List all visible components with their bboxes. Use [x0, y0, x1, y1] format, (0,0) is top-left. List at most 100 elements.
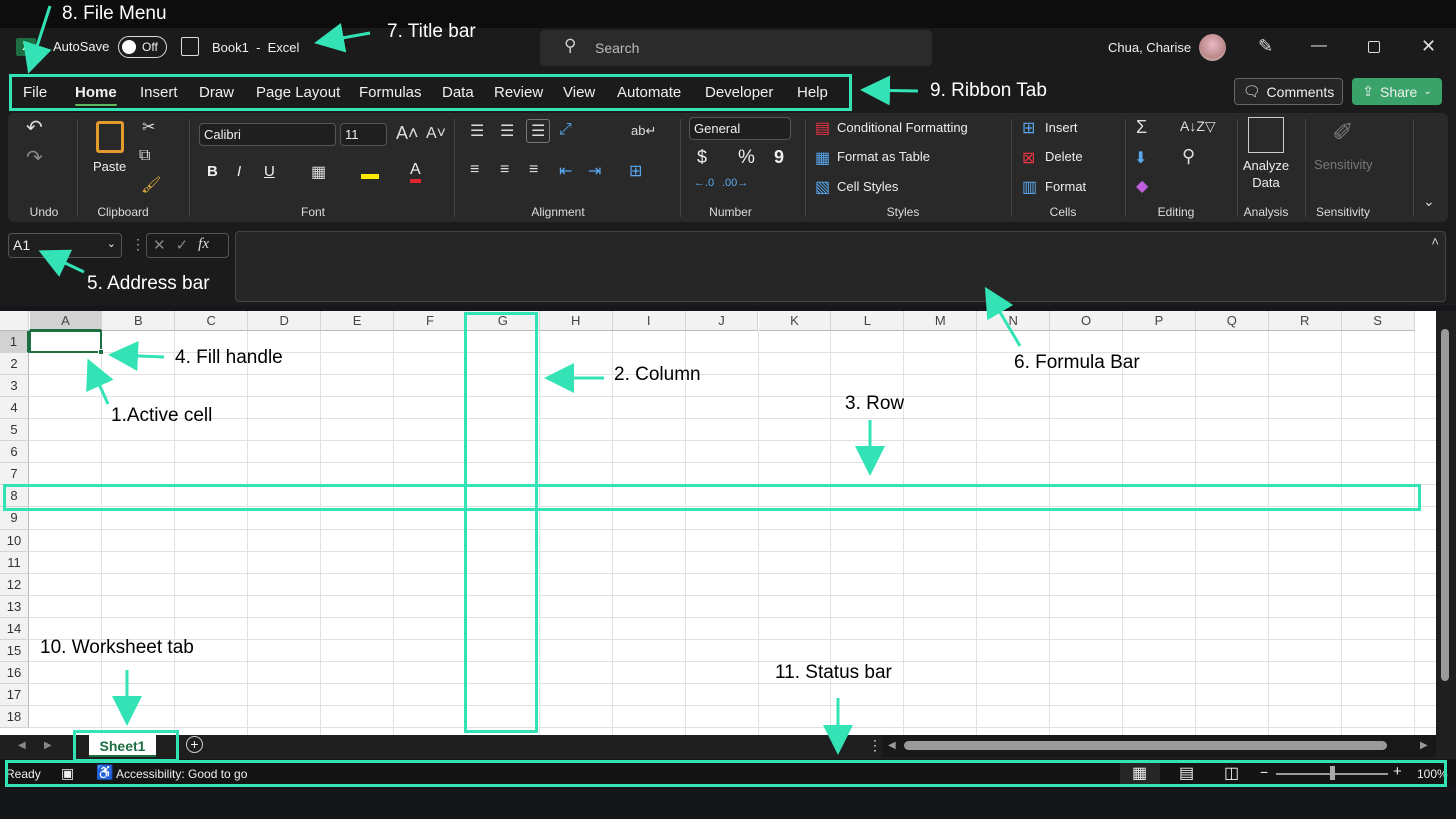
comma-button[interactable]: 9	[774, 147, 784, 168]
tab-review[interactable]: Review	[494, 84, 543, 101]
align-center-icon[interactable]: ≡	[500, 161, 509, 179]
add-sheet-icon[interactable]: +	[186, 736, 203, 753]
paste-icon[interactable]	[96, 121, 124, 153]
formula-input[interactable]: ˄	[235, 231, 1446, 302]
align-right-icon[interactable]: ≡	[529, 161, 538, 179]
column-header[interactable]: A	[29, 311, 103, 331]
avatar[interactable]	[1199, 34, 1226, 61]
conditional-formatting-button[interactable]: Conditional Formatting	[837, 120, 968, 135]
accessibility-icon[interactable]: ♿	[96, 764, 113, 781]
row-header[interactable]: 5	[0, 419, 29, 442]
vertical-scrollbar[interactable]	[1436, 311, 1456, 735]
tab-data[interactable]: Data	[442, 84, 474, 101]
tab-help[interactable]: Help	[797, 84, 828, 101]
autosum-icon[interactable]: Σ	[1136, 117, 1147, 138]
enter-icon[interactable]: ✓	[176, 236, 189, 255]
scroll-left-icon[interactable]: ◀	[888, 740, 896, 751]
row-header[interactable]: 12	[0, 573, 29, 596]
align-middle-icon[interactable]: ☰	[500, 121, 514, 141]
insert-function-button[interactable]: fx	[198, 236, 209, 255]
prev-sheet-icon[interactable]: ◀	[18, 740, 26, 751]
column-header[interactable]: H	[539, 311, 613, 331]
column-header[interactable]: R	[1268, 311, 1342, 331]
active-cell[interactable]	[28, 330, 103, 354]
fill-icon[interactable]: ⬇	[1134, 148, 1147, 168]
undo-icon[interactable]: ↶	[26, 115, 43, 140]
minimize-icon[interactable]: —	[1311, 37, 1327, 55]
column-header[interactable]: B	[102, 311, 176, 331]
row-header[interactable]: 11	[0, 551, 29, 574]
font-size-select[interactable]: 11	[340, 123, 387, 146]
underline-button[interactable]: U	[264, 163, 275, 180]
decrease-font-icon[interactable]: A˅	[426, 125, 446, 143]
page-break-view-icon[interactable]: ◫	[1224, 763, 1239, 783]
decrease-decimal-icon[interactable]: .00→	[722, 177, 748, 189]
format-as-table-button[interactable]: Format as Table	[837, 149, 930, 164]
row-header[interactable]: 7	[0, 463, 29, 486]
row-header[interactable]: 6	[0, 441, 29, 464]
zoom-in-icon[interactable]: +	[1393, 763, 1402, 780]
find-select-icon[interactable]: ⚲	[1182, 146, 1195, 167]
vertical-scroll-thumb[interactable]	[1441, 329, 1449, 681]
increase-font-icon[interactable]: A˄	[396, 123, 419, 144]
tab-view[interactable]: View	[563, 84, 595, 101]
column-header[interactable]: F	[394, 311, 467, 331]
borders-icon[interactable]: ▦	[311, 162, 326, 182]
orientation-icon[interactable]: ⤢	[559, 121, 572, 139]
worksheet-grid[interactable]: A B C D E F G H I J K L M N O P Q R S 1 2 3 4 5 6 7 8 9 10 11 12 13 14 15…	[0, 311, 1436, 735]
row-header[interactable]: 8	[0, 485, 29, 508]
row-header[interactable]: 2	[0, 353, 29, 376]
cell-styles-button[interactable]: Cell Styles	[837, 179, 898, 194]
cancel-icon[interactable]: ✕	[153, 236, 166, 255]
paste-button[interactable]: Paste	[93, 159, 126, 174]
normal-view-button[interactable]: ▦	[1120, 760, 1160, 786]
column-header[interactable]: J	[685, 311, 759, 331]
italic-button[interactable]: I	[237, 163, 241, 180]
fill-handle[interactable]	[98, 349, 105, 356]
close-icon[interactable]: ✕	[1421, 36, 1436, 57]
tab-formulas[interactable]: Formulas	[359, 84, 422, 101]
tab-page-layout[interactable]: Page Layout	[256, 84, 340, 101]
collapse-formula-icon[interactable]: ˄	[1431, 234, 1439, 249]
row-header[interactable]: 14	[0, 617, 29, 640]
column-header[interactable]: D	[248, 311, 322, 331]
share-button[interactable]: ⇪ Share ⌄	[1352, 78, 1442, 105]
select-all-button[interactable]	[0, 311, 29, 331]
font-color-button[interactable]: A	[410, 161, 421, 183]
merge-center-icon[interactable]: ⊞	[629, 161, 642, 181]
column-header[interactable]: S	[1341, 311, 1415, 331]
more-options-icon[interactable]: ⋮	[131, 236, 145, 253]
column-header[interactable]: E	[321, 311, 394, 331]
column-header[interactable]: L	[831, 311, 905, 331]
row-header[interactable]: 17	[0, 683, 29, 706]
comments-button[interactable]: 🗨 Comments	[1234, 78, 1343, 105]
font-name-select[interactable]: Calibri	[199, 123, 336, 146]
column-header[interactable]: M	[904, 311, 978, 331]
tab-split-handle[interactable]: ⋮	[868, 737, 882, 754]
wrap-text-icon[interactable]: ab↵	[631, 123, 656, 139]
delete-button[interactable]: Delete	[1045, 149, 1083, 164]
column-header[interactable]: Q	[1195, 311, 1269, 331]
column-header[interactable]: G	[466, 311, 540, 331]
page-layout-view-icon[interactable]: ▤	[1179, 763, 1194, 783]
row-header[interactable]: 9	[0, 507, 29, 530]
clear-icon[interactable]: ◆	[1136, 176, 1148, 196]
zoom-level[interactable]: 100%	[1417, 767, 1448, 781]
horizontal-scroll-thumb[interactable]	[904, 741, 1387, 750]
restore-icon[interactable]	[1368, 41, 1380, 53]
row-header[interactable]: 3	[0, 375, 29, 398]
tab-file[interactable]: File	[23, 84, 47, 101]
copy-icon[interactable]: ⧉	[139, 147, 150, 165]
zoom-slider-thumb[interactable]	[1330, 766, 1335, 780]
collapse-ribbon-icon[interactable]: ⌄	[1423, 193, 1435, 210]
zoom-out-icon[interactable]: −	[1260, 764, 1268, 780]
align-bottom-icon[interactable]: ☰	[526, 119, 551, 143]
align-left-icon[interactable]: ≡	[470, 161, 479, 179]
column-header[interactable]: P	[1123, 311, 1196, 331]
currency-button[interactable]: $	[697, 147, 707, 168]
column-header[interactable]: N	[977, 311, 1051, 331]
align-top-icon[interactable]: ☰	[470, 121, 484, 141]
sort-filter-icon[interactable]: A↓Z▽	[1180, 118, 1216, 135]
bold-button[interactable]: B	[207, 163, 218, 180]
analyze-data-button[interactable]: Analyze Data	[1242, 157, 1290, 191]
